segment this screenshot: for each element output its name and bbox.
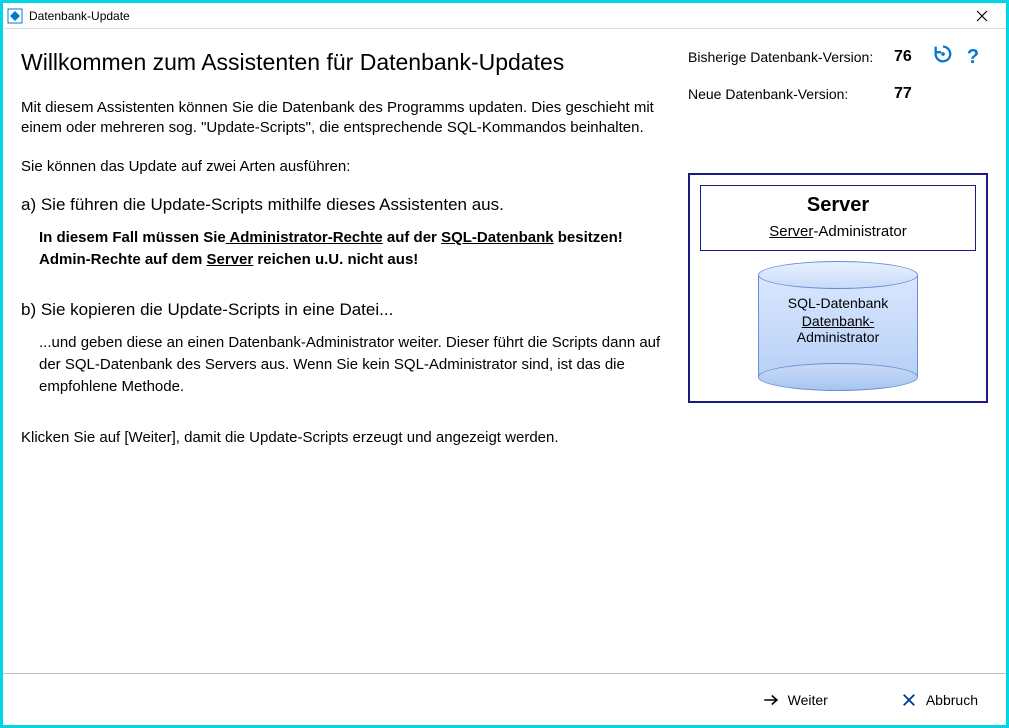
- new-version-row: Neue Datenbank-Version: 77: [688, 85, 988, 103]
- footer-bar: Weiter Abbruch: [3, 673, 1006, 725]
- option-a-title: a) Sie führen die Update-Scripts mithilf…: [21, 195, 668, 215]
- server-box: Server Server-Administrator: [700, 185, 976, 251]
- close-button[interactable]: [962, 4, 1002, 28]
- option-a-note: In diesem Fall müssen Sie Administrator-…: [39, 227, 668, 271]
- note-server: Server: [207, 251, 254, 268]
- prev-version-label: Bisherige Datenbank-Version:: [688, 49, 894, 65]
- cancel-button-label: Abbruch: [926, 692, 978, 708]
- next-button-label: Weiter: [788, 692, 828, 708]
- close-icon: [976, 10, 988, 22]
- server-admin: Server-Administrator: [701, 223, 975, 240]
- prev-version-value: 76: [894, 48, 928, 66]
- note-mid: auf der: [383, 229, 441, 246]
- server-admin-rest: -Administrator: [813, 223, 906, 240]
- note-admin: Administrator-Rechte: [226, 229, 383, 246]
- page-title: Willkommen zum Assistenten für Datenbank…: [21, 49, 668, 76]
- cancel-button[interactable]: Abbruch: [894, 687, 984, 713]
- app-icon: [7, 8, 23, 24]
- arrow-right-icon: [762, 691, 780, 709]
- window-title: Datenbank-Update: [29, 9, 130, 23]
- window: Datenbank-Update Willkommen zum Assisten…: [0, 0, 1009, 728]
- db-title: SQL-Datenbank: [758, 295, 918, 311]
- cancel-icon: [900, 691, 918, 709]
- db-cylinder-text: SQL-Datenbank Datenbank- Administrator: [758, 295, 918, 345]
- right-column: Bisherige Datenbank-Version: 76 ? Neue D…: [688, 43, 988, 673]
- db-admin: Datenbank-: [758, 313, 918, 329]
- next-button[interactable]: Weiter: [756, 687, 834, 713]
- option-b-title: b) Sie kopieren die Update-Scripts in ei…: [21, 300, 668, 320]
- new-version-value: 77: [894, 85, 928, 103]
- note-pre: In diesem Fall müssen Sie: [39, 229, 226, 246]
- prev-version-row: Bisherige Datenbank-Version: 76 ?: [688, 43, 988, 71]
- new-version-label: Neue Datenbank-Version:: [688, 86, 894, 102]
- restore-icon[interactable]: [932, 43, 954, 71]
- titlebar: Datenbank-Update: [3, 3, 1006, 29]
- server-admin-ul: Server: [769, 223, 813, 240]
- db-cylinder: SQL-Datenbank Datenbank- Administrator: [758, 261, 918, 391]
- note-post2: reichen u.U. nicht aus!: [253, 251, 418, 268]
- left-column: Willkommen zum Assistenten für Datenbank…: [21, 43, 688, 673]
- note-sqldb: SQL-Datenbank: [441, 229, 554, 246]
- db-admin-line2: Administrator: [797, 329, 879, 345]
- content-area: Willkommen zum Assistenten für Datenbank…: [3, 29, 1006, 673]
- option-b-body: ...und geben diese an einen Datenbank-Ad…: [39, 332, 668, 397]
- ways-line: Sie können das Update auf zwei Arten aus…: [21, 157, 668, 177]
- help-icon[interactable]: ?: [967, 46, 979, 69]
- server-title: Server: [701, 194, 975, 217]
- intro-text: Mit diesem Assistenten können Sie die Da…: [21, 98, 668, 139]
- server-diagram: Server Server-Administrator SQL-Datenban…: [688, 173, 988, 403]
- footer-hint: Klicken Sie auf [Weiter], damit die Upda…: [21, 428, 668, 448]
